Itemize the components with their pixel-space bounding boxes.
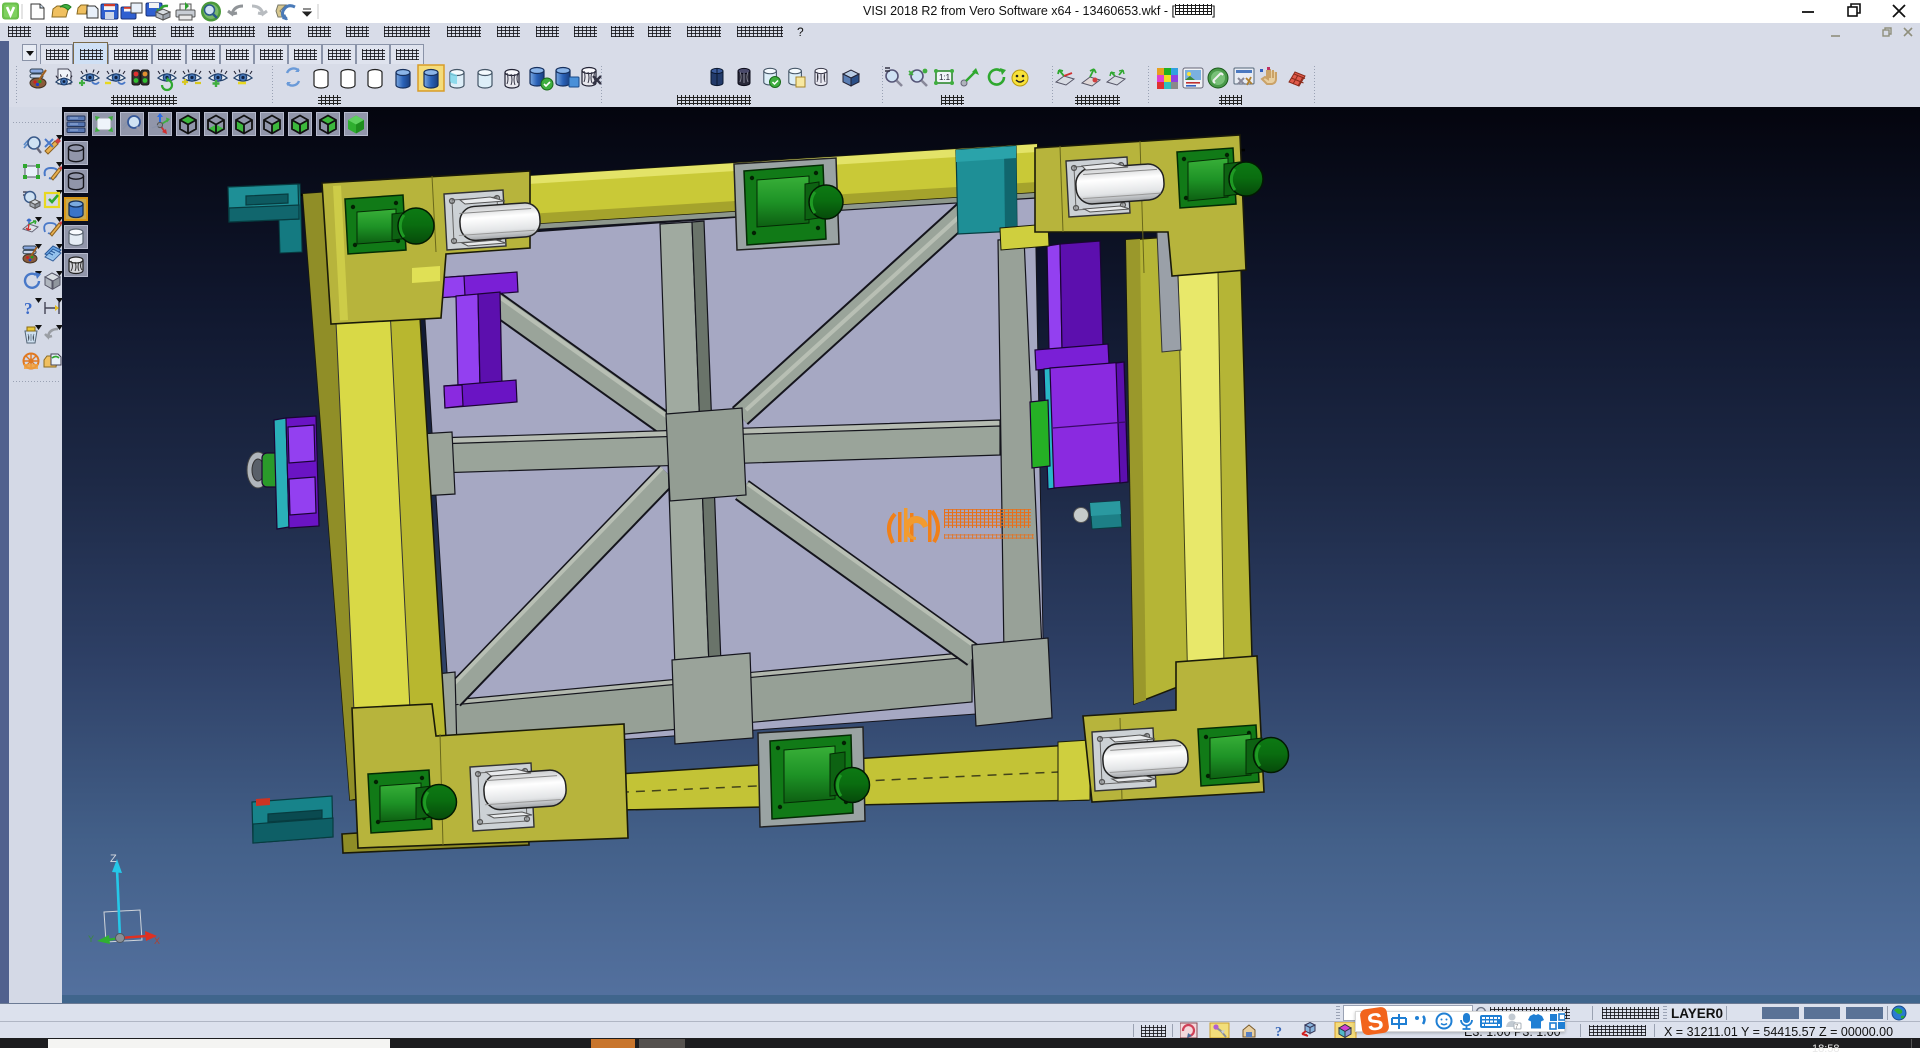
svg-text:?: ? bbox=[1275, 1025, 1282, 1039]
svg-text:X: X bbox=[154, 936, 160, 946]
svg-text:?: ? bbox=[24, 299, 33, 318]
svg-text:Y: Y bbox=[88, 934, 94, 944]
svg-text:Z: Z bbox=[110, 853, 117, 865]
svg-text:1:1: 1:1 bbox=[939, 73, 951, 82]
